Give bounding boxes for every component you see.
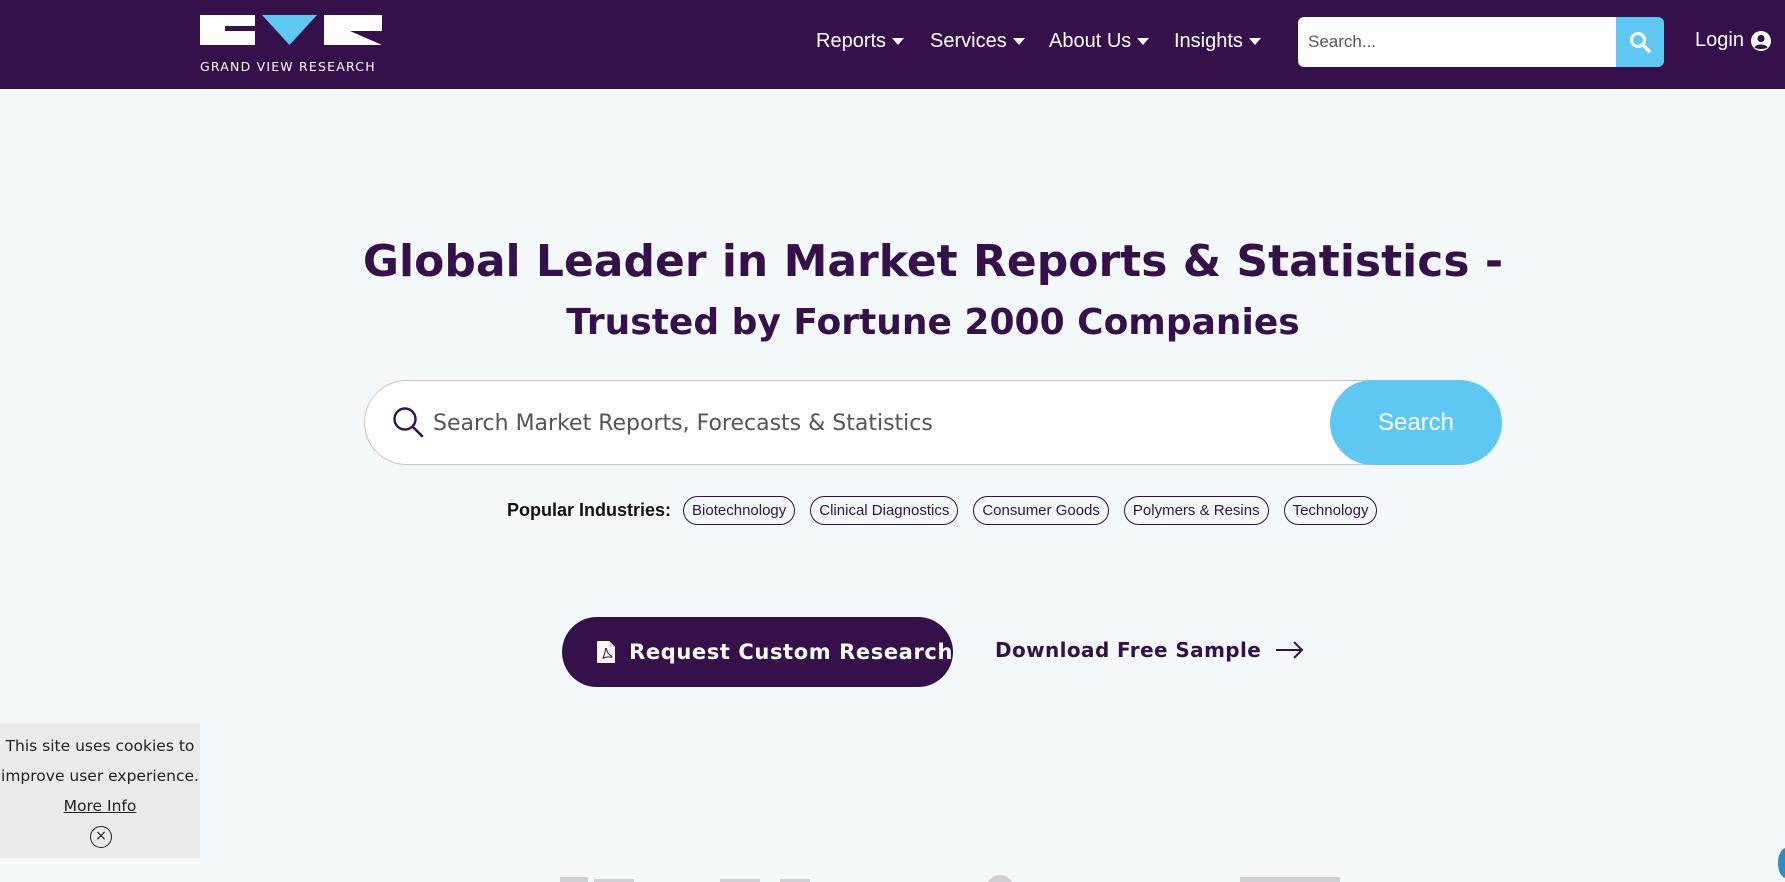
- cookie-more-info-link[interactable]: More Info: [64, 797, 137, 815]
- hero-subtitle: Trusted by Fortune 2000 Companies: [566, 302, 1300, 343]
- caret-down-icon: [1012, 38, 1025, 45]
- nav-services-label: Services: [930, 30, 1007, 52]
- nav-insights-label: Insights: [1174, 30, 1243, 52]
- cookie-text: This site uses cookies to improve user e…: [1, 737, 199, 785]
- brand-logo[interactable]: GRAND VIEW RESEARCH: [200, 15, 382, 74]
- client-logo-strip: [560, 872, 1380, 882]
- search-icon: [1630, 32, 1651, 53]
- nav-services[interactable]: Services: [930, 30, 1025, 53]
- cookie-banner: This site uses cookies to improve user e…: [0, 723, 200, 858]
- header-search-input[interactable]: [1298, 17, 1616, 67]
- industry-chip-polymers-resins[interactable]: Polymers & Resins: [1123, 496, 1269, 525]
- industry-chip-clinical-diagnostics[interactable]: Clinical Diagnostics: [810, 496, 959, 525]
- market-report-search-button[interactable]: Search: [1330, 380, 1502, 465]
- brand-name: GRAND VIEW RESEARCH: [200, 59, 376, 74]
- arrow-right-icon: [1276, 641, 1304, 659]
- request-custom-research-label: Request Custom Research: [629, 640, 953, 664]
- caret-down-icon: [1137, 38, 1150, 45]
- industry-chip-consumer-goods[interactable]: Consumer Goods: [973, 496, 1109, 525]
- nav-about-us-label: About Us: [1049, 30, 1132, 52]
- chat-widget-icon[interactable]: [1778, 848, 1785, 878]
- caret-down-icon: [892, 38, 905, 45]
- magnifier-icon: [393, 407, 424, 438]
- industry-chip-biotechnology[interactable]: Biotechnology: [683, 496, 796, 525]
- popular-industries-label: Popular Industries:: [507, 500, 672, 520]
- top-navbar: GRAND VIEW RESEARCH Reports Services Abo…: [0, 0, 1785, 89]
- login-link[interactable]: Login: [1695, 29, 1772, 52]
- request-custom-research-button[interactable]: Request Custom Research: [562, 617, 953, 687]
- login-label: Login: [1695, 29, 1744, 51]
- market-report-search: Search: [364, 380, 1502, 465]
- nav-reports[interactable]: Reports: [816, 30, 905, 53]
- hero-title: Global Leader in Market Reports & Statis…: [362, 236, 1504, 287]
- caret-down-icon: [1248, 38, 1261, 45]
- download-free-sample-link[interactable]: Download Free Sample: [995, 638, 1305, 662]
- market-report-search-input[interactable]: [433, 399, 1293, 447]
- user-circle-icon: [1750, 30, 1771, 51]
- gvr-logo-mark: [200, 15, 382, 45]
- nav-insights[interactable]: Insights: [1174, 30, 1261, 53]
- header-search-button[interactable]: [1616, 17, 1664, 67]
- pdf-file-icon: [597, 641, 616, 663]
- close-icon[interactable]: ×: [90, 826, 112, 848]
- industry-chip-technology[interactable]: Technology: [1283, 496, 1378, 525]
- popular-industries: Popular Industries: Biotechnology Clinic…: [507, 496, 1392, 525]
- client-logos-partial: [560, 875, 1340, 882]
- nav-reports-label: Reports: [816, 30, 887, 52]
- nav-about-us[interactable]: About Us: [1049, 30, 1150, 53]
- download-free-sample-label: Download Free Sample: [995, 638, 1262, 662]
- header-search: [1298, 17, 1664, 67]
